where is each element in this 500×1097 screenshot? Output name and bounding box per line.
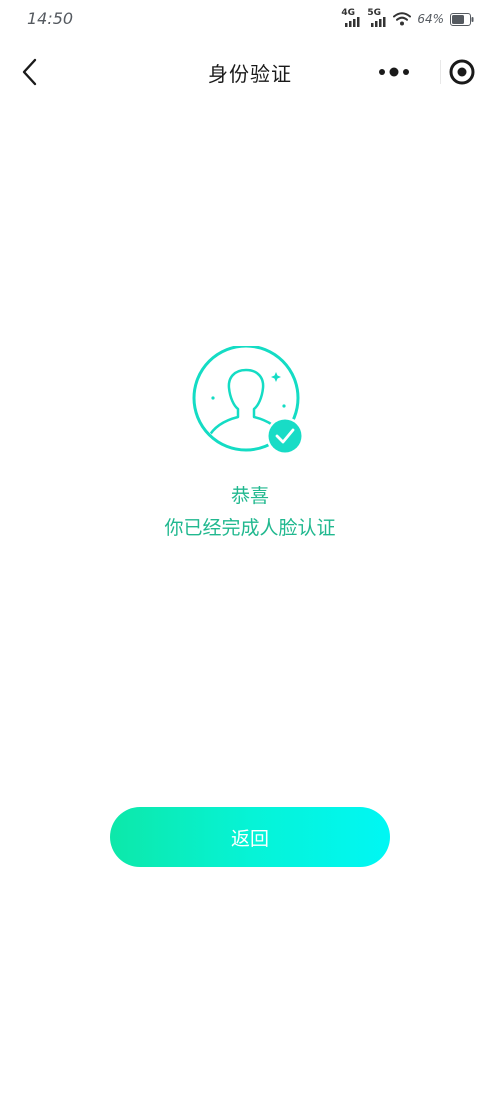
cellular-signal-5g-icon: 5G	[367, 8, 387, 28]
close-button[interactable]	[444, 54, 480, 90]
wifi-icon	[393, 12, 412, 26]
verification-complete-text: 你已经完成人脸认证	[164, 517, 336, 539]
battery-percent: 64%	[417, 12, 444, 26]
return-button[interactable]: 返回	[110, 807, 390, 867]
status-bar: 14:50 4G 5G 64%	[0, 0, 500, 40]
verified-user-icon	[192, 344, 312, 458]
page: 14:50 4G 5G 64% 身份验证 恭喜 你已经完成人脸认证 返回	[0, 0, 500, 1097]
nav-bar: 身份验证	[0, 44, 500, 100]
more-button[interactable]	[368, 54, 424, 90]
status-time: 14:50	[27, 9, 74, 28]
cellular-signal-icon: 4G	[341, 8, 361, 28]
capsule-menu	[368, 54, 480, 90]
battery-icon	[450, 12, 474, 26]
status-icons: 4G 5G 64%	[341, 8, 474, 28]
congrats-text: 恭喜	[230, 485, 269, 507]
more-dots-icon	[379, 67, 409, 77]
capsule-divider	[440, 60, 441, 84]
target-circle-icon	[449, 59, 475, 85]
